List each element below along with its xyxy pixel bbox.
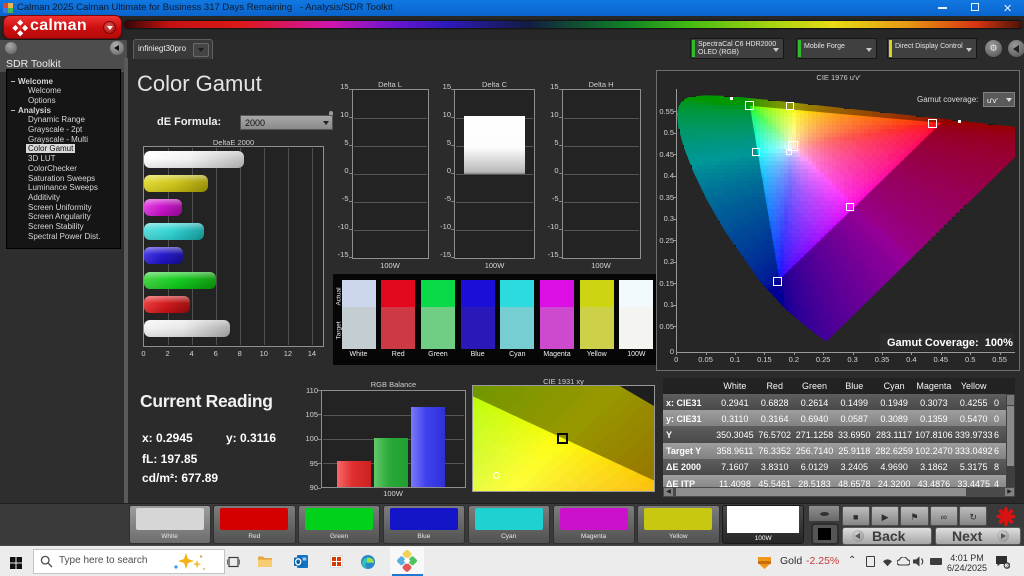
svg-text:3: 3 [1006, 564, 1009, 569]
